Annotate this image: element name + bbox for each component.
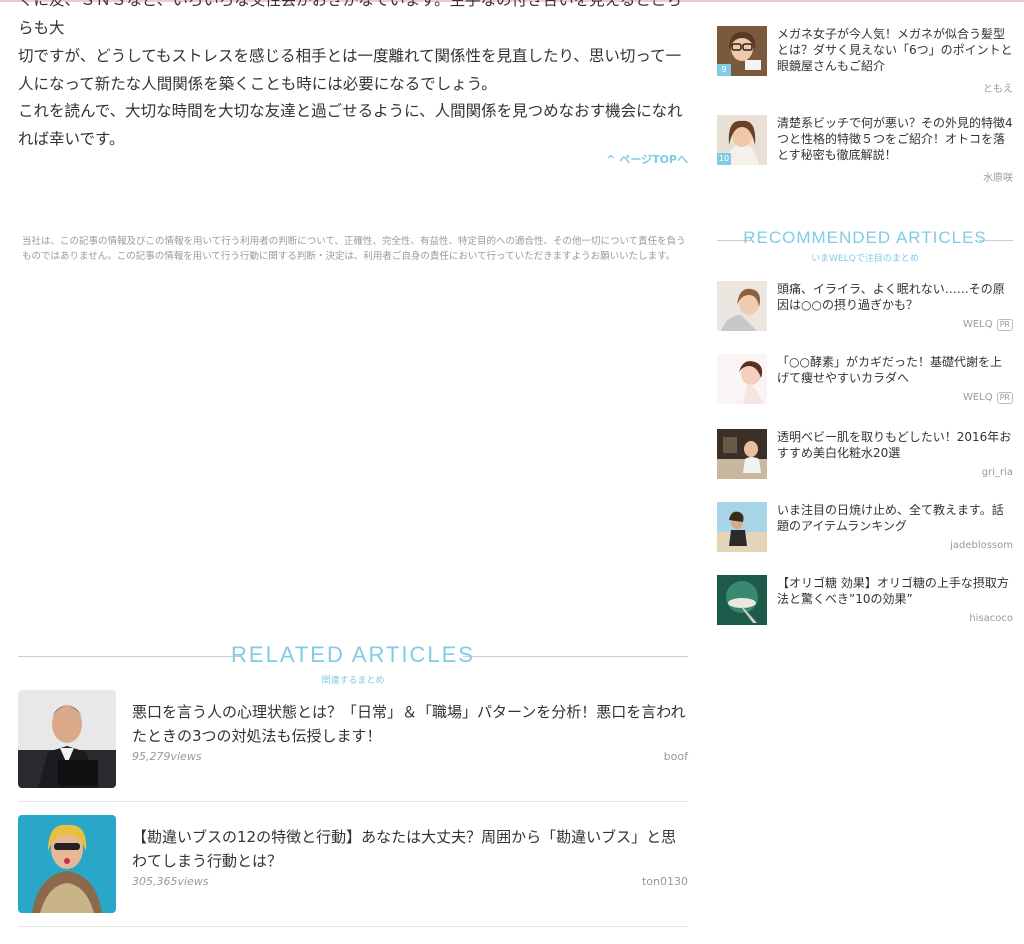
ranking-author[interactable]: ともえ <box>983 80 1013 95</box>
related-article-item[interactable]: 【勘違いブスの12の特徴と行動】あなたは大丈夫？周囲から「勘違いブス」と思わてし… <box>18 815 688 927</box>
pr-badge: PR <box>996 392 1013 404</box>
recommended-author[interactable]: jadeblossom <box>950 540 1013 551</box>
ranking-author[interactable]: 水原咲 <box>983 169 1013 184</box>
article-thumbnail[interactable] <box>18 815 116 913</box>
ranking-title[interactable]: メガネ女子が今人気！メガネが似合う髪型とは？ダサく見えない「6つ」のポイントと眼… <box>777 26 1013 74</box>
ranking-thumbnail[interactable]: 10 <box>717 115 767 165</box>
disclaimer: 当社は、この記事の情報及びこの情報を用いて行う利用者の判断について、正確性、完全… <box>22 236 686 262</box>
recommended-author[interactable]: hisacoco <box>969 613 1013 624</box>
recommended-author[interactable]: gri_ria <box>982 467 1013 478</box>
article-thumbnail[interactable] <box>18 690 116 788</box>
related-articles-subtitle: 関連するまとめ <box>321 676 385 686</box>
recommended-articles-subtitle: いまWELQで注目のまとめ <box>811 254 919 264</box>
article-views: 305,365views <box>132 875 209 888</box>
recommended-title[interactable]: 「○○酵素」がカギだった！基礎代謝を上げて痩せやすいカラダへ <box>777 354 1013 386</box>
ranking-title[interactable]: 清楚系ビッチで何が悪い？その外見的特徴4つと性格的特徴５つをご紹介！オトコを落と… <box>777 115 1013 163</box>
recommended-articles-title: RECOMMENDED ARTICLES <box>743 228 987 247</box>
article-author[interactable]: boof <box>664 750 688 763</box>
recommended-item[interactable]: 「○○酵素」がカギだった！基礎代謝を上げて痩せやすいカラダへ WELQ PR <box>717 354 1013 410</box>
recommended-thumbnail[interactable] <box>717 281 767 331</box>
recommended-title[interactable]: いま注目の日焼け止め、全て教えます。話題のアイテムランキング <box>777 502 1013 534</box>
article-title[interactable]: 悪口を言う人の心理状態とは？「日常」＆「職場」パターンを分析！悪口を言われたとき… <box>132 700 688 748</box>
rank-badge: 10 <box>717 153 731 165</box>
recommended-title[interactable]: 【オリゴ糖 効果】オリゴ糖の上手な摂取方法と驚くべき”10の効果” <box>777 575 1013 607</box>
recommended-articles-header: RECOMMENDED ARTICLES いまWELQで注目のまとめ <box>717 228 1013 264</box>
chevron-up-icon: ^ <box>606 153 616 166</box>
article-title[interactable]: 【勘違いブスの12の特徴と行動】あなたは大丈夫？周囲から「勘違いブス」と思わてし… <box>132 825 688 873</box>
recommended-thumbnail[interactable] <box>717 429 767 479</box>
ranking-item[interactable]: 9 メガネ女子が今人気！メガネが似合う髪型とは？ダサく見えない「6つ」のポイント… <box>717 26 1013 96</box>
recommended-thumbnail[interactable] <box>717 354 767 404</box>
recommended-item[interactable]: いま注目の日焼け止め、全て教えます。話題のアイテムランキング jadebloss… <box>717 502 1013 558</box>
page-top-label: ページTOPへ <box>619 153 688 166</box>
article-author[interactable]: ton0130 <box>642 875 688 888</box>
ranking-item[interactable]: 10 清楚系ビッチで何が悪い？その外見的特徴4つと性格的特徴５つをご紹介！オトコ… <box>717 115 1013 185</box>
recommended-item[interactable]: 【オリゴ糖 効果】オリゴ糖の上手な摂取方法と驚くべき”10の効果” hisaco… <box>717 575 1013 631</box>
page-top-link[interactable]: ^ ページTOPへ <box>606 151 688 167</box>
recommended-title[interactable]: 透明ベビー肌を取りもどしたい！2016年おすすめ美白化粧水20選 <box>777 429 1013 461</box>
ranking-thumbnail[interactable]: 9 <box>717 26 767 76</box>
recommended-author-name: WELQ <box>962 319 993 330</box>
article-paragraph-1: ぐに友、ＳＮＳなど、いろいろな交性会がおきかなています。生手なの付き合いを見える… <box>18 0 688 98</box>
pr-badge: PR <box>996 319 1013 331</box>
recommended-thumbnail[interactable] <box>717 502 767 552</box>
recommended-thumbnail[interactable] <box>717 575 767 625</box>
related-articles-header: RELATED ARTICLES 関連するまとめ <box>18 642 688 688</box>
recommended-author[interactable]: WELQ PR <box>963 392 1013 404</box>
recommended-item[interactable]: 透明ベビー肌を取りもどしたい！2016年おすすめ美白化粧水20選 gri_ria <box>717 429 1013 485</box>
recommended-author-name: WELQ <box>962 392 993 403</box>
article-cut-line: ぐに友、ＳＮＳなど、いろいろな交性会がおきかなています。生手なの付き合いを見える… <box>18 0 682 37</box>
recommended-title[interactable]: 頭痛、イライラ、よく眠れない……その原因は○○の摂り過ぎかも？ <box>777 281 1013 313</box>
article-paragraph-1-text: 切ですが、どうしてもストレスを感じる相手とは一度離れて関係性を見直したり、思い切… <box>18 47 682 93</box>
related-articles-title: RELATED ARTICLES <box>231 642 475 667</box>
recommended-author[interactable]: WELQ PR <box>963 319 1013 331</box>
article-views: 95,279views <box>132 750 202 763</box>
rank-badge: 9 <box>717 64 731 76</box>
article-paragraph-2: これを読んで、大切な時間を大切な友達と過ごせるように、人間関係を見つめなおす機会… <box>18 102 683 148</box>
related-article-item[interactable]: 悪口を言う人の心理状態とは？「日常」＆「職場」パターンを分析！悪口を言われたとき… <box>18 690 688 802</box>
recommended-item[interactable]: 頭痛、イライラ、よく眠れない……その原因は○○の摂り過ぎかも？ WELQ PR <box>717 281 1013 337</box>
